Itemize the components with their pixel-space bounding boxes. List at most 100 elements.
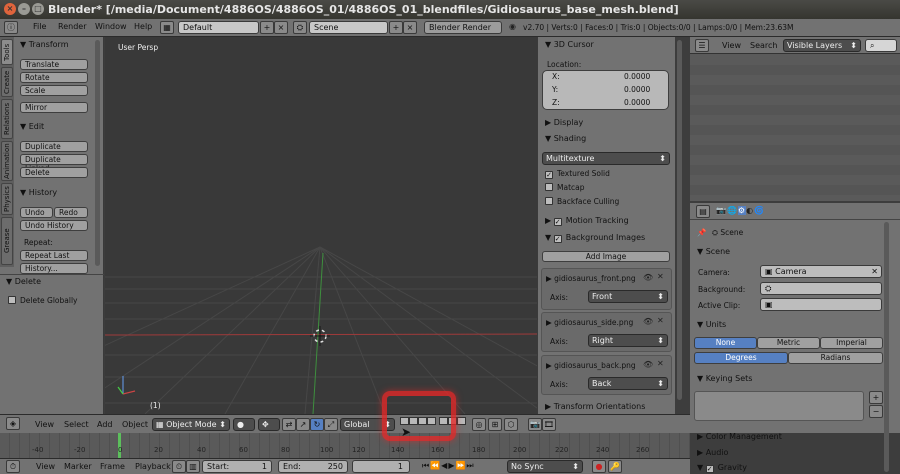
render-opengl-icon[interactable]: 📷 bbox=[528, 418, 542, 431]
outliner-search-input[interactable]: ⌕ bbox=[865, 39, 897, 52]
remove-layout-icon[interactable]: × bbox=[274, 21, 288, 34]
outliner[interactable]: ☰ View Search Visible Layers ⬍ ⌕ bbox=[690, 37, 900, 201]
properties-editor-type-icon[interactable]: ▤ bbox=[696, 205, 710, 218]
background-field[interactable]: ⛭ bbox=[760, 282, 882, 295]
pin-icon[interactable]: 📌 bbox=[697, 228, 706, 237]
bg-back-remove-icon[interactable]: ✕ bbox=[657, 359, 664, 368]
pivot-point-select[interactable]: ✥ bbox=[258, 418, 280, 431]
bg-image-side-name[interactable]: ▶ gidiosaurus_side.png bbox=[546, 318, 633, 327]
remove-scene-icon[interactable]: × bbox=[403, 21, 417, 34]
bg-side-remove-icon[interactable]: ✕ bbox=[657, 316, 664, 325]
tab-grease-pencil[interactable]: Grease Pencil bbox=[1, 217, 13, 265]
cursor-z-field[interactable]: 0.0000 bbox=[624, 98, 650, 107]
viewport-shading-select[interactable]: ● bbox=[233, 418, 255, 431]
tab-create[interactable]: Create bbox=[1, 67, 13, 97]
scale-manipulator-icon[interactable]: ⤢ bbox=[324, 418, 338, 431]
undo-button[interactable]: Undo bbox=[20, 207, 53, 218]
panel-edit-header[interactable]: ▼ Edit bbox=[20, 122, 44, 131]
interaction-mode-select[interactable]: ▦ Object Mode ⬍ bbox=[152, 418, 230, 431]
remove-keying-set-icon[interactable]: − bbox=[869, 405, 883, 418]
add-keying-set-icon[interactable]: + bbox=[869, 391, 883, 404]
sync-mode-select[interactable]: No Sync ⬍ bbox=[507, 460, 583, 473]
undo-history-button[interactable]: Undo History bbox=[20, 220, 88, 231]
textured-solid-checkbox[interactable]: ✓ Textured Solid bbox=[545, 169, 610, 179]
menu-help[interactable]: Help bbox=[134, 22, 152, 31]
current-frame-field[interactable]: 1 bbox=[352, 460, 410, 473]
outliner-menu-view[interactable]: View bbox=[722, 41, 741, 50]
panel-transform-header[interactable]: ▼ Transform bbox=[20, 40, 69, 49]
properties-region-scrollbar[interactable] bbox=[677, 40, 682, 400]
manipulator-toggle-icon[interactable]: ⇄ bbox=[282, 418, 296, 431]
units-imperial-button[interactable]: Imperial bbox=[820, 337, 883, 349]
menu-window[interactable]: Window bbox=[95, 22, 127, 31]
bg-back-axis-select[interactable]: Back ⬍ bbox=[588, 377, 668, 390]
context-tabs-icon[interactable]: 📷🌐⚙◐🌀 bbox=[716, 206, 765, 215]
maximize-window-icon[interactable]: □ bbox=[32, 3, 44, 15]
shading-mode-select[interactable]: Multitexture ⬍ bbox=[542, 152, 670, 165]
translate-manipulator-icon[interactable]: ↗ bbox=[296, 418, 310, 431]
record-icon[interactable]: ● bbox=[592, 460, 606, 473]
viewport-menu-add[interactable]: Add bbox=[97, 420, 113, 429]
units-metric-button[interactable]: Metric bbox=[757, 337, 820, 349]
viewport-menu-select[interactable]: Select bbox=[64, 420, 89, 429]
rotation-radians-button[interactable]: Radians bbox=[788, 352, 883, 364]
properties-editor-scrollbar[interactable] bbox=[884, 222, 889, 472]
tool-shelf-scrollbar[interactable] bbox=[95, 40, 100, 266]
timeline-area[interactable] bbox=[0, 433, 690, 458]
menu-file[interactable]: File bbox=[33, 22, 46, 31]
tab-animation[interactable]: Animation bbox=[1, 141, 13, 181]
tab-tools[interactable]: Tools bbox=[1, 39, 13, 65]
rotate-manipulator-icon[interactable]: ↻ bbox=[310, 418, 324, 431]
add-layout-icon[interactable]: + bbox=[260, 21, 274, 34]
minimize-window-icon[interactable]: – bbox=[18, 3, 30, 15]
3d-viewport[interactable]: User Persp (1) bbox=[105, 37, 537, 414]
close-window-icon[interactable]: × bbox=[4, 3, 16, 15]
frame-rate-icon[interactable]: ▥ bbox=[186, 460, 200, 473]
active-clip-field[interactable]: ▣ bbox=[760, 298, 882, 311]
panel-units-header[interactable]: ▼ Units bbox=[697, 320, 726, 329]
panel-background-images-header[interactable]: ▼ ✓ Background Images bbox=[545, 233, 645, 243]
cursor-y-field[interactable]: 0.0000 bbox=[624, 85, 650, 94]
area-divider[interactable] bbox=[683, 37, 690, 474]
screen-layout-icon[interactable]: ▦ bbox=[160, 21, 174, 34]
scale-button[interactable]: Scale bbox=[20, 85, 88, 96]
translate-button[interactable]: Translate bbox=[20, 59, 88, 70]
matcap-checkbox[interactable]: Matcap bbox=[545, 183, 585, 192]
bg-front-remove-icon[interactable]: ✕ bbox=[657, 272, 664, 281]
tab-physics[interactable]: Physics bbox=[1, 183, 13, 215]
history-button[interactable]: History... bbox=[20, 263, 88, 274]
layout-field[interactable]: Default bbox=[178, 21, 259, 34]
backface-culling-checkbox[interactable]: Backface Culling bbox=[545, 197, 619, 206]
layer-8-button[interactable] bbox=[457, 417, 466, 425]
tab-relations[interactable]: Relations bbox=[1, 99, 13, 139]
end-frame-field[interactable]: End: 250 bbox=[278, 460, 348, 473]
outliner-menu-search[interactable]: Search bbox=[750, 41, 777, 50]
rotation-degrees-button[interactable]: Degrees bbox=[694, 352, 788, 364]
bg-image-front-name[interactable]: ▶ gidiosaurus_front.png bbox=[546, 274, 636, 283]
panel-audio-header[interactable]: ▶ Audio bbox=[697, 448, 728, 457]
start-frame-field[interactable]: Start: 1 bbox=[202, 460, 272, 473]
add-scene-icon[interactable]: + bbox=[389, 21, 403, 34]
render-animation-icon[interactable]: 🎞 bbox=[542, 418, 556, 431]
cursor-x-field[interactable]: 0.0000 bbox=[624, 72, 650, 81]
units-none-button[interactable]: None bbox=[694, 337, 757, 349]
panel-keying-sets-header[interactable]: ▼ Keying Sets bbox=[697, 374, 752, 383]
panel-scene-header[interactable]: ▼ Scene bbox=[697, 247, 730, 256]
outliner-filter-select[interactable]: Visible Layers ⬍ bbox=[783, 39, 861, 52]
preview-range-icon[interactable]: ⏲ bbox=[172, 460, 186, 473]
timeline-menu-frame[interactable]: Frame bbox=[100, 462, 125, 471]
timeline-menu-playback[interactable]: Playback bbox=[135, 462, 171, 471]
panel-color-management-header[interactable]: ▶ Color Management bbox=[697, 432, 782, 441]
playback-controls-icon[interactable]: ⏮⏪◀▶⏩⏭ bbox=[422, 461, 475, 471]
render-engine-select[interactable]: Blender Render bbox=[424, 21, 502, 34]
bg-front-axis-select[interactable]: Front ⬍ bbox=[588, 290, 668, 303]
panel-motion-tracking-header[interactable]: ▶ ✓ Motion Tracking bbox=[545, 216, 629, 226]
scene-field[interactable]: Scene bbox=[309, 21, 388, 34]
bg-side-axis-select[interactable]: Right ⬍ bbox=[588, 334, 668, 347]
keying-sets-list[interactable] bbox=[694, 391, 864, 421]
panel-delete-header[interactable]: ▼ Delete bbox=[6, 277, 41, 286]
camera-field[interactable]: ▣ Camera ✕ bbox=[760, 265, 882, 278]
viewport-menu-view[interactable]: View bbox=[35, 420, 54, 429]
viewport-menu-object[interactable]: Object bbox=[122, 420, 148, 429]
redo-button[interactable]: Redo bbox=[54, 207, 88, 218]
